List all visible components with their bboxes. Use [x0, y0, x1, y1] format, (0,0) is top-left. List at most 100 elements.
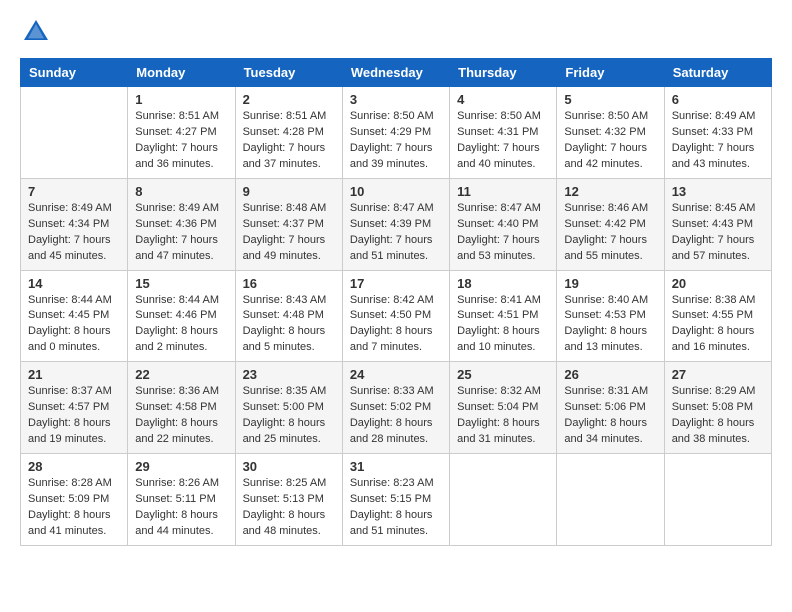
day-info-line: Sunrise: 8:38 AM	[672, 294, 756, 306]
calendar-cell: 17 Sunrise: 8:42 AMSunset: 4:50 PMDayligh…	[342, 270, 449, 362]
day-info-line: Sunset: 5:08 PM	[672, 401, 753, 413]
day-info-line: Sunrise: 8:48 AM	[243, 202, 327, 214]
day-number: 4	[457, 92, 549, 107]
day-info-line: Sunset: 4:39 PM	[350, 218, 431, 230]
logo	[20, 16, 56, 48]
day-info-line: and 43 minutes.	[672, 158, 750, 170]
day-info-line: Sunrise: 8:31 AM	[564, 385, 648, 397]
day-info: Sunrise: 8:50 AMSunset: 4:29 PMDaylight:…	[350, 109, 442, 173]
calendar-cell	[557, 454, 664, 546]
day-info-line: Sunrise: 8:29 AM	[672, 385, 756, 397]
day-info: Sunrise: 8:45 AMSunset: 4:43 PMDaylight:…	[672, 201, 764, 265]
calendar-cell: 7Sunrise: 8:49 AMSunset: 4:34 PMDaylight…	[21, 178, 128, 270]
day-info-line: Sunset: 5:02 PM	[350, 401, 431, 413]
day-info-line: Sunrise: 8:47 AM	[350, 202, 434, 214]
calendar-cell	[21, 87, 128, 179]
day-info-line: Sunrise: 8:32 AM	[457, 385, 541, 397]
day-info-line: Sunrise: 8:46 AM	[564, 202, 648, 214]
day-info-line: Daylight: 7 hours	[135, 234, 218, 246]
day-info: Sunrise: 8:28 AMSunset: 5:09 PMDaylight:…	[28, 476, 120, 540]
header	[20, 16, 772, 48]
day-info-line: Daylight: 7 hours	[135, 142, 218, 154]
day-info-line: and 45 minutes.	[28, 250, 106, 262]
day-info-line: Daylight: 8 hours	[243, 325, 326, 337]
calendar-cell: 6Sunrise: 8:49 AMSunset: 4:33 PMDaylight…	[664, 87, 771, 179]
column-header-thursday: Thursday	[450, 59, 557, 87]
day-info-line: and 42 minutes.	[564, 158, 642, 170]
calendar-row-2: 14Sunrise: 8:44 AMSunset: 4:45 PMDayligh…	[21, 270, 772, 362]
day-number: 25	[457, 367, 549, 382]
day-info-line: Sunrise: 8:51 AM	[243, 110, 327, 122]
day-info-line: Daylight: 7 hours	[243, 142, 326, 154]
day-number: 30	[243, 459, 335, 474]
day-info-line: and 57 minutes.	[672, 250, 750, 262]
day-info-line: Daylight: 7 hours	[564, 234, 647, 246]
day-number: 29	[135, 459, 227, 474]
day-number: 2	[243, 92, 335, 107]
day-info-line: Sunset: 4:32 PM	[564, 126, 645, 138]
day-info-line: Daylight: 7 hours	[28, 234, 111, 246]
day-info-line: Sunrise: 8:50 AM	[564, 110, 648, 122]
day-info-line: Daylight: 7 hours	[457, 234, 540, 246]
calendar-cell: 26Sunrise: 8:31 AMSunset: 5:06 PMDayligh…	[557, 362, 664, 454]
day-info-line: and 51 minutes.	[350, 250, 428, 262]
column-header-friday: Friday	[557, 59, 664, 87]
day-info-line: Daylight: 8 hours	[135, 417, 218, 429]
column-header-saturday: Saturday	[664, 59, 771, 87]
calendar-cell: 23Sunrise: 8:35 AMSunset: 5:00 PMDayligh…	[235, 362, 342, 454]
calendar-row-3: 21Sunrise: 8:37 AMSunset: 4:57 PMDayligh…	[21, 362, 772, 454]
calendar-cell: 16Sunrise: 8:43 AMSunset: 4:48 PMDayligh…	[235, 270, 342, 362]
calendar-cell: 13Sunrise: 8:45 AMSunset: 4:43 PMDayligh…	[664, 178, 771, 270]
day-info-line: Sunset: 4:27 PM	[135, 126, 216, 138]
column-header-tuesday: Tuesday	[235, 59, 342, 87]
calendar-cell: 5Sunrise: 8:50 AMSunset: 4:32 PMDaylight…	[557, 87, 664, 179]
day-info-line: Sunrise: 8:25 AM	[243, 477, 327, 489]
day-info-line: Daylight: 7 hours	[672, 234, 755, 246]
day-info-line: Sunrise: 8:33 AM	[350, 385, 434, 397]
calendar-cell: 14Sunrise: 8:44 AMSunset: 4:45 PMDayligh…	[21, 270, 128, 362]
calendar-cell: 1Sunrise: 8:51 AMSunset: 4:27 PMDaylight…	[128, 87, 235, 179]
day-info-line: Daylight: 8 hours	[457, 325, 540, 337]
day-info-line: Sunset: 5:11 PM	[135, 493, 216, 505]
calendar-cell	[664, 454, 771, 546]
day-info-line: Daylight: 8 hours	[672, 417, 755, 429]
day-info: Sunrise: 8:31 AMSunset: 5:06 PMDaylight:…	[564, 384, 656, 448]
day-number: 19	[564, 276, 656, 291]
header-row: SundayMondayTuesdayWednesdayThursdayFrid…	[21, 59, 772, 87]
day-info-line: Sunrise: 8:50 AM	[350, 110, 434, 122]
calendar-cell: 18Sunrise: 8:41 AMSunset: 4:51 PMDayligh…	[450, 270, 557, 362]
calendar-cell: 25Sunrise: 8:32 AMSunset: 5:04 PMDayligh…	[450, 362, 557, 454]
calendar-cell: 3Sunrise: 8:50 AMSunset: 4:29 PMDaylight…	[342, 87, 449, 179]
day-info: Sunrise: 8:33 AM Sunset: 5:02 PM Daylight:…	[350, 384, 442, 448]
day-info-line: Daylight: 7 hours	[564, 142, 647, 154]
calendar-cell	[450, 454, 557, 546]
day-info-line: Daylight: 7 hours	[672, 142, 755, 154]
day-info-line: Sunset: 5:13 PM	[243, 493, 324, 505]
day-info-line: and 10 minutes.	[457, 341, 535, 353]
day-info-line: and 22 minutes.	[135, 433, 213, 445]
day-number: 8	[135, 184, 227, 199]
day-number: 28	[28, 459, 120, 474]
day-info-line: and 48 minutes.	[243, 525, 321, 537]
day-info-line: Sunset: 4:46 PM	[135, 309, 216, 321]
day-info: Sunrise: 8:42 AMSunset: 4:50 PMDaylight:…	[350, 293, 442, 357]
calendar-cell: 19Sunrise: 8:40 AMSunset: 4:53 PMDayligh…	[557, 270, 664, 362]
day-info-line: Sunrise: 8:37 AM	[28, 385, 112, 397]
day-info-line: Daylight: 8 hours	[28, 417, 111, 429]
day-info-line: Sunrise: 8:49 AM	[672, 110, 756, 122]
calendar-cell: 29Sunrise: 8:26 AMSunset: 5:11 PMDayligh…	[128, 454, 235, 546]
day-info-line: Daylight: 7 hours	[350, 142, 433, 154]
day-number: 21	[28, 367, 120, 382]
day-info-line: Daylight: 8 hours	[350, 417, 433, 429]
day-info-line: Sunrise: 8:41 AM	[457, 294, 541, 306]
calendar-cell: 21Sunrise: 8:37 AMSunset: 4:57 PMDayligh…	[21, 362, 128, 454]
day-number: 15	[135, 276, 227, 291]
day-number: 17	[350, 276, 442, 291]
day-info-line: Sunrise: 8:28 AM	[28, 477, 112, 489]
day-info-line: Sunrise: 8:26 AM	[135, 477, 219, 489]
day-info: Sunrise: 8:38 AMSunset: 4:55 PMDaylight:…	[672, 293, 764, 357]
day-info: Sunrise: 8:49 AM Sunset: 4:33 PM Daylight:…	[672, 109, 764, 173]
day-info-line: Sunset: 4:33 PM	[672, 126, 753, 138]
day-info-line: and 25 minutes.	[243, 433, 321, 445]
day-info-line: Sunset: 4:31 PM	[457, 126, 538, 138]
